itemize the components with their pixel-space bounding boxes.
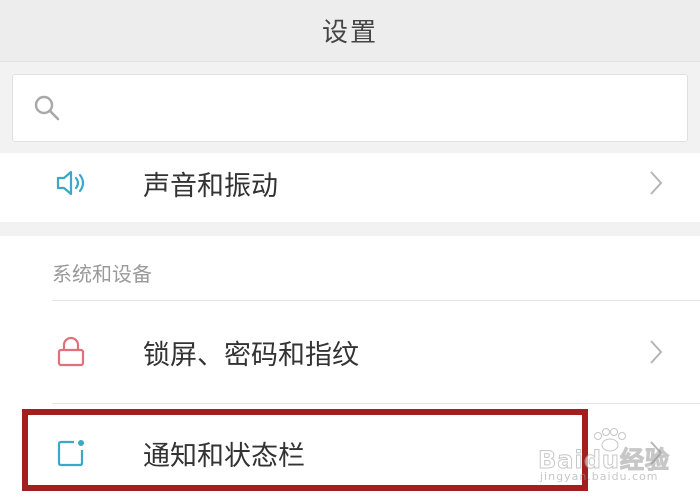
settings-item-sound-vibration[interactable]: 声音和振动 <box>0 143 700 223</box>
search-input[interactable] <box>61 75 687 141</box>
watermark-subtext: jingyan.baidu.com <box>540 470 659 483</box>
app-header: 设置 <box>0 0 700 62</box>
baidu-watermark: Baidu经验 jingyan.baidu.com <box>536 428 686 486</box>
page-title: 设置 <box>321 18 378 48</box>
settings-item-lock-password-fingerprint[interactable]: 锁屏、密码和指纹 <box>0 312 700 392</box>
search-icon <box>34 95 60 121</box>
speaker-icon <box>56 170 85 196</box>
settings-item-label: 通知和状态栏 <box>143 440 305 472</box>
chevron-right-icon <box>650 340 663 364</box>
search-bar[interactable] <box>12 74 688 142</box>
settings-item-label: 锁屏、密码和指纹 <box>143 339 359 371</box>
divider <box>52 300 700 301</box>
section-header: 系统和设备 <box>52 262 152 286</box>
chevron-right-icon <box>650 171 663 195</box>
settings-item-label: 声音和振动 <box>143 170 278 202</box>
lock-icon <box>57 336 85 367</box>
divider <box>52 403 700 404</box>
notification-icon <box>57 440 84 467</box>
